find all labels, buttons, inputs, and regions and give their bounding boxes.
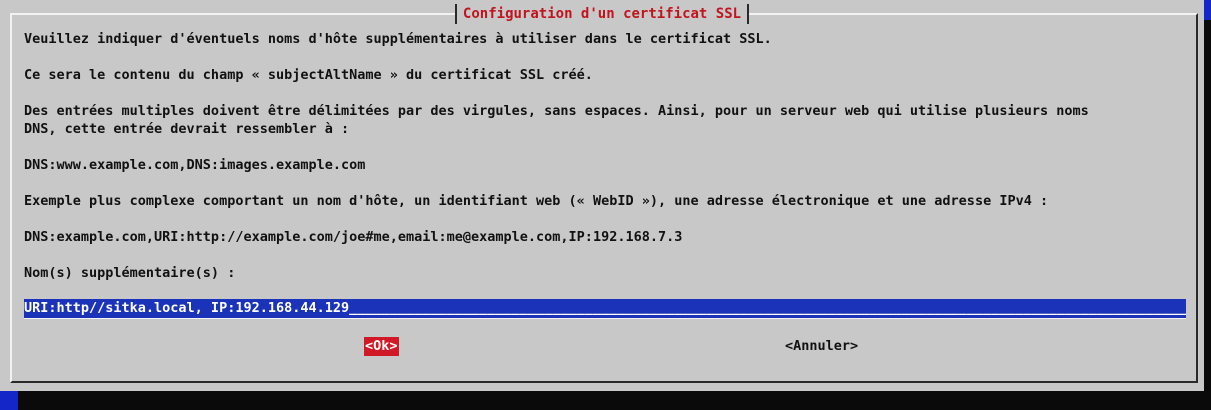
cancel-button[interactable]: <Annuler>	[785, 337, 858, 356]
dns-example: DNS:www.example.com,DNS:images.example.c…	[24, 157, 366, 173]
ok-button[interactable]: <Ok>	[364, 337, 399, 356]
multiple-entries-text-cont: DNS, cette entrée devrait ressembler à :	[24, 121, 350, 137]
input-label: Nom(s) supplémentaire(s) :	[24, 265, 236, 281]
dialog-title: Configuration d'un certificat SSL	[454, 4, 750, 24]
altname-input-fill: ________________________________________…	[349, 300, 1186, 316]
instruction-text: Veuillez indiquer d'éventuels noms d'hôt…	[24, 31, 772, 47]
ssl-config-dialog: Configuration d'un certificat SSL Veuill…	[0, 0, 1204, 391]
altname-input-value: URI:http//sitka.local, IP:192.168.44.129	[24, 300, 350, 316]
complex-example-value: DNS:example.com,URI:http://example.com/j…	[24, 229, 683, 245]
subjectaltname-note: Ce sera le contenu du champ « subjectAlt…	[24, 67, 593, 83]
complex-example-text: Exemple plus complexe comportant un nom …	[24, 193, 1049, 209]
altname-input[interactable]: URI:http//sitka.local, IP:192.168.44.129…	[24, 299, 1186, 319]
multiple-entries-text: Des entrées multiples doivent être délim…	[24, 103, 1089, 119]
